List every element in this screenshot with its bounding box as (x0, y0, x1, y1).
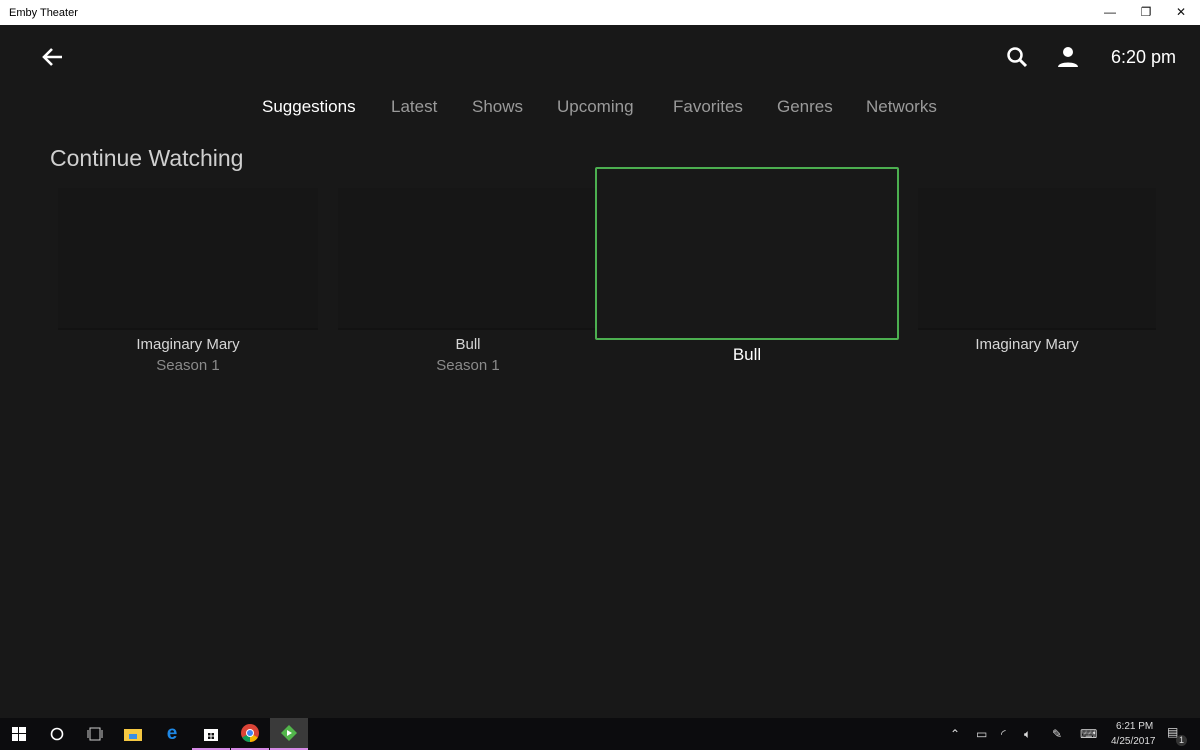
task-view-button[interactable] (76, 718, 114, 750)
emby-taskbar-button[interactable] (270, 718, 308, 750)
card-title: Imaginary Mary (975, 336, 1079, 353)
tab-networks[interactable]: Networks (866, 97, 937, 117)
tab-genres[interactable]: Genres (777, 97, 833, 117)
pen-icon[interactable]: ✎ (1052, 727, 1062, 741)
tab-suggestions[interactable]: Suggestions (262, 97, 356, 117)
start-button[interactable] (0, 718, 38, 750)
folder-icon (124, 729, 142, 741)
windows-icon (12, 727, 26, 741)
notification-count-badge: 1 (1176, 735, 1187, 746)
clock: 6:20 pm (1111, 47, 1177, 67)
media-card-focused[interactable] (595, 167, 899, 340)
tab-favorites[interactable]: Favorites (673, 97, 743, 117)
battery-icon[interactable]: ▭ (976, 727, 987, 741)
app-content: 6:20 pm Suggestions Latest Shows Upcomin… (0, 25, 1200, 718)
store-button[interactable] (192, 718, 230, 750)
tab-shows[interactable]: Shows (472, 97, 523, 117)
cortana-circle-icon (50, 727, 64, 741)
tab-upcoming[interactable]: Upcoming (557, 97, 634, 117)
card-title: Bull (455, 336, 481, 353)
chrome-icon (241, 724, 259, 742)
chrome-button[interactable] (231, 718, 269, 750)
edge-icon: e (166, 723, 178, 744)
search-icon[interactable] (1005, 45, 1029, 69)
media-card[interactable] (338, 188, 598, 330)
keyboard-icon[interactable]: ⌨ (1080, 727, 1097, 741)
close-button[interactable]: ✕ (1158, 0, 1200, 25)
back-arrow-icon[interactable] (40, 45, 66, 69)
taskbar-time[interactable]: 6:21 PM (1116, 721, 1153, 732)
tab-latest[interactable]: Latest (391, 97, 437, 117)
taskbar: e ⌃ ▭ ◜ 🔈︎ ✎ ⌨ 6:21 PM 4/25/2017 ▤ 1 (0, 718, 1200, 750)
emby-icon (281, 725, 297, 741)
show-hidden-icons-chevron-icon[interactable]: ⌃ (950, 727, 960, 741)
card-subtitle: Season 1 (436, 357, 500, 374)
cortana-button[interactable] (38, 718, 76, 750)
task-view-icon (87, 727, 103, 741)
user-icon[interactable] (1056, 45, 1080, 69)
taskbar-date[interactable]: 4/25/2017 (1111, 736, 1156, 747)
card-subtitle: Season 1 (156, 357, 220, 374)
wifi-icon[interactable]: ◜ (1001, 727, 1006, 741)
card-title: Bull (732, 345, 762, 364)
media-card[interactable] (58, 188, 318, 330)
title-bar: Emby Theater — ❐ ✕ (0, 0, 1200, 25)
card-title: Imaginary Mary (136, 336, 240, 353)
store-icon (204, 729, 218, 741)
volume-icon[interactable]: 🔈︎ (1024, 727, 1031, 742)
window-title: Emby Theater (9, 7, 78, 19)
file-explorer-button[interactable] (114, 718, 152, 750)
section-title: Continue Watching (50, 145, 244, 171)
edge-button[interactable]: e (153, 718, 191, 750)
media-card[interactable] (918, 188, 1156, 330)
